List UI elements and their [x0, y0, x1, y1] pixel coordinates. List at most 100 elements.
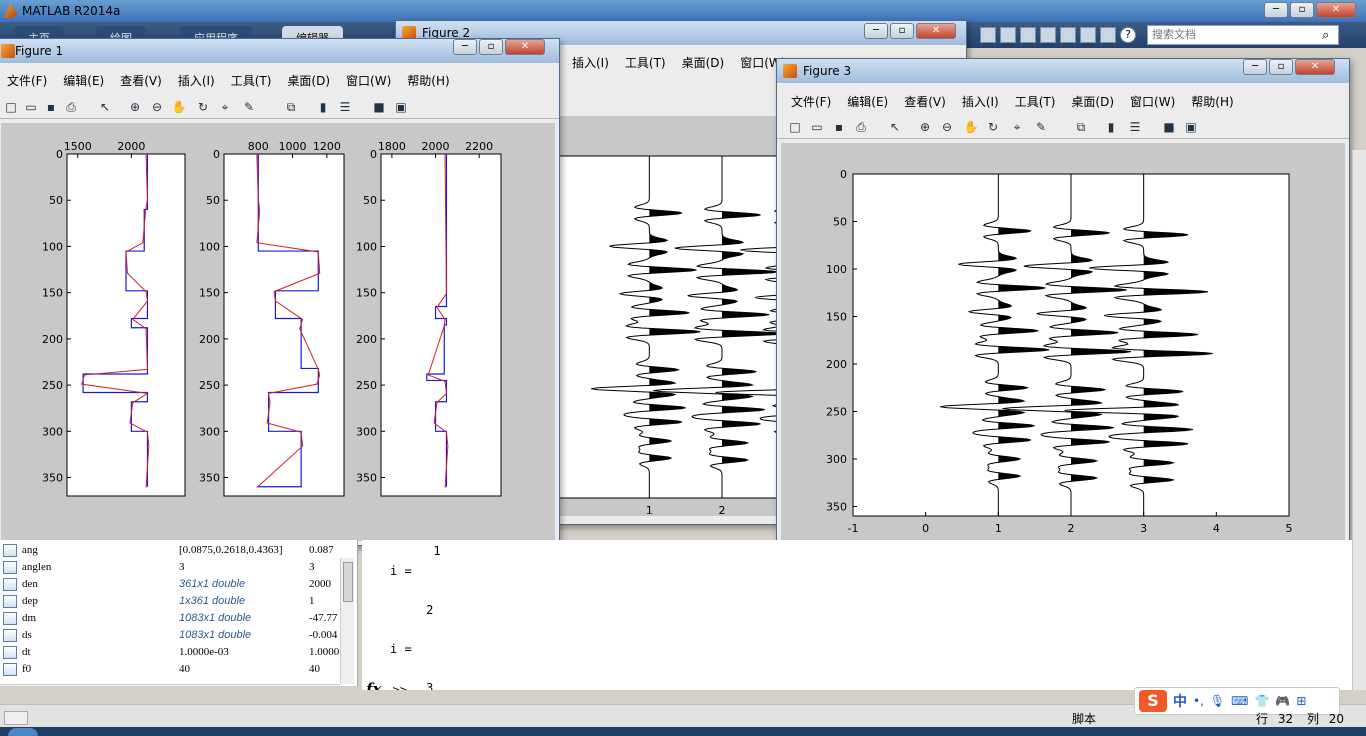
link-plot-icon[interactable]: ⧉ — [1073, 119, 1089, 135]
figure-3-titlebar[interactable]: Figure 3 ─ ▫ ✕ — [777, 59, 1349, 83]
microphone-icon[interactable]: 🎙 — [1210, 694, 1225, 708]
maximize-button[interactable]: ▫ — [479, 39, 503, 55]
close-button[interactable]: ✕ — [505, 39, 545, 55]
close-button[interactable]: ✕ — [1316, 2, 1356, 18]
new-figure-icon[interactable]: □ — [3, 99, 19, 115]
new-figure-icon[interactable]: □ — [787, 119, 803, 135]
hide-plot-tools-icon[interactable]: ■ — [1161, 119, 1177, 135]
workspace-row[interactable]: dm 1083x1 double -47.77 — [0, 610, 356, 627]
help-icon[interactable]: ? — [1120, 27, 1136, 43]
variable-value: 1083x1 double — [179, 612, 252, 624]
show-plot-tools-icon[interactable]: ▣ — [393, 99, 409, 115]
workspace-row[interactable]: dep 1x361 double 1 — [0, 593, 356, 610]
keyboard-icon[interactable]: ⌨ — [1231, 694, 1248, 708]
zoom-in-icon[interactable]: ⊕ — [917, 119, 933, 135]
maximize-button[interactable]: ▫ — [890, 23, 914, 39]
zoom-out-icon[interactable]: ⊖ — [939, 119, 955, 135]
menu-view[interactable]: 查看(V) — [112, 69, 170, 89]
insert-colorbar-icon[interactable]: ▮ — [315, 99, 331, 115]
punctuation-icon[interactable]: •, — [1193, 694, 1204, 708]
toolbox-icon[interactable]: 🎮 — [1275, 694, 1290, 708]
menu-insert[interactable]: 插入(I) — [954, 90, 1007, 110]
pan-icon[interactable]: ✋ — [963, 119, 979, 135]
scrollbar-thumb[interactable] — [343, 562, 353, 602]
rotate-3d-icon[interactable]: ↻ — [985, 119, 1001, 135]
command-window-scrollbar[interactable] — [1352, 150, 1366, 690]
status-left-handle[interactable] — [4, 711, 28, 725]
menu-insert[interactable]: 插入(I) — [170, 69, 223, 89]
menu-help[interactable]: 帮助(H) — [1183, 90, 1241, 110]
menu-window[interactable]: 窗口(W) — [1122, 90, 1183, 110]
zoom-in-icon[interactable]: ⊕ — [127, 99, 143, 115]
minimize-button[interactable]: ─ — [1264, 2, 1288, 18]
workspace-row[interactable]: anglen 3 3 — [0, 559, 356, 576]
show-plot-tools-icon[interactable]: ▣ — [1183, 119, 1199, 135]
pan-icon[interactable]: ✋ — [171, 99, 187, 115]
print-figure-icon[interactable]: ⎙ — [63, 99, 79, 115]
minimize-button[interactable]: ─ — [1243, 59, 1267, 75]
insert-colorbar-icon[interactable]: ▮ — [1103, 119, 1119, 135]
menu-desktop[interactable]: 桌面(D) — [674, 51, 733, 71]
zoom-out-icon[interactable]: ⊖ — [149, 99, 165, 115]
menu-tools[interactable]: 工具(T) — [1007, 90, 1064, 110]
brush-icon[interactable]: ✎ — [1033, 119, 1049, 135]
menu-file[interactable]: 文件(F) — [783, 90, 839, 110]
edit-plot-icon[interactable]: ↖ — [97, 99, 113, 115]
menu-view[interactable]: 查看(V) — [896, 90, 954, 110]
insert-legend-icon[interactable]: ☰ — [337, 99, 353, 115]
workspace-row[interactable]: f0 40 40 — [0, 661, 356, 678]
rotate-3d-icon[interactable]: ↻ — [195, 99, 211, 115]
paste-icon[interactable] — [1040, 27, 1056, 43]
workspace-row[interactable]: ds 1083x1 double -0.004 — [0, 627, 356, 644]
menu-edit[interactable]: 编辑(E) — [839, 90, 896, 110]
save-figure-icon[interactable]: ▪ — [831, 119, 847, 135]
cut-icon[interactable] — [1000, 27, 1016, 43]
grid-menu-icon[interactable]: ⊞ — [1296, 694, 1306, 708]
data-cursor-icon[interactable]: ⌖ — [217, 99, 233, 115]
menu-tools[interactable]: 工具(T) — [223, 69, 280, 89]
close-button[interactable]: ✕ — [1295, 59, 1335, 75]
brush-icon[interactable]: ✎ — [241, 99, 257, 115]
menu-help[interactable]: 帮助(H) — [399, 69, 457, 89]
chinese-mode-icon[interactable]: 中 — [1173, 691, 1187, 711]
open-file-icon[interactable]: ▭ — [23, 99, 39, 115]
workspace-row[interactable]: ang [0.0875,0.2618,0.4363] 0.087 — [0, 542, 356, 559]
redo-icon[interactable] — [1080, 27, 1096, 43]
hide-plot-tools-icon[interactable]: ■ — [371, 99, 387, 115]
workspace-row[interactable]: den 361x1 double 2000 — [0, 576, 356, 593]
menu-file[interactable]: 文件(F) — [0, 69, 55, 89]
workspace-vscrollbar[interactable] — [340, 558, 354, 684]
link-plot-icon[interactable]: ⧉ — [283, 99, 299, 115]
menu-desktop[interactable]: 桌面(D) — [279, 69, 338, 89]
close-button[interactable]: ✕ — [916, 23, 956, 39]
menu-edit[interactable]: 编辑(E) — [55, 69, 112, 89]
switch-windows-icon[interactable] — [1100, 27, 1116, 43]
command-window[interactable]: 1i = 2 i = 3 PlotWig: data range [-0.207… — [362, 540, 1352, 690]
maximize-button[interactable]: ▫ — [1290, 2, 1314, 18]
copy-icon[interactable] — [1020, 27, 1036, 43]
workspace-row[interactable]: dt 1.0000e-03 1.0000 — [0, 644, 356, 661]
search-docs-input[interactable] — [1147, 25, 1339, 45]
maximize-button[interactable]: ▫ — [1269, 59, 1293, 75]
undo-icon[interactable] — [1060, 27, 1076, 43]
print-figure-icon[interactable]: ⎙ — [853, 119, 869, 135]
open-file-icon[interactable]: ▭ — [809, 119, 825, 135]
skin-icon[interactable]: 👕 — [1254, 694, 1269, 708]
minimize-button[interactable]: ─ — [453, 39, 477, 55]
save-figure-icon[interactable]: ▪ — [43, 99, 59, 115]
menu-desktop[interactable]: 桌面(D) — [1063, 90, 1122, 110]
edit-plot-icon[interactable]: ↖ — [887, 119, 903, 135]
figure-1-titlebar[interactable]: Figure 1 ─ ▫ ✕ — [0, 39, 559, 63]
command-prompt-row[interactable]: fx >> — [366, 680, 407, 690]
data-cursor-icon[interactable]: ⌖ — [1009, 119, 1025, 135]
start-button-icon[interactable] — [8, 728, 38, 736]
save-icon[interactable] — [980, 27, 996, 43]
search-icon[interactable]: ⌕ — [1322, 28, 1329, 43]
insert-legend-icon[interactable]: ☰ — [1127, 119, 1143, 135]
menu-tools[interactable]: 工具(T) — [617, 51, 674, 71]
menu-insert[interactable]: 插入(I) — [564, 51, 617, 71]
fx-icon[interactable]: fx — [366, 680, 381, 690]
minimize-button[interactable]: ─ — [864, 23, 888, 39]
menu-window[interactable]: 窗口(W) — [338, 69, 399, 89]
workspace-hscrollbar[interactable] — [0, 684, 340, 686]
